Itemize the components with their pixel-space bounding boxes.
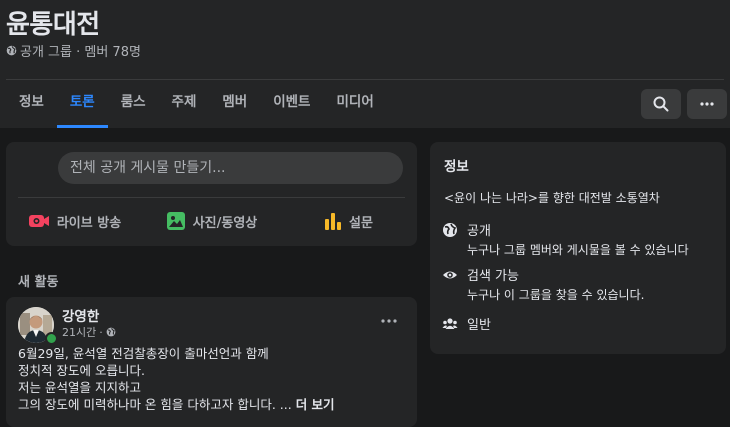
tab-members[interactable]: 멤버 xyxy=(209,80,260,128)
poll-button[interactable]: 설문 xyxy=(280,204,417,238)
eye-icon xyxy=(443,271,457,279)
tab-events[interactable]: 이벤트 xyxy=(260,80,323,128)
photo-video-icon xyxy=(166,212,185,230)
group-meta-text: 공개 그룹 · 멤버 78명 xyxy=(20,45,141,60)
members-icon xyxy=(442,318,458,329)
globe-icon xyxy=(106,327,116,337)
post-line: 그의 장도에 미력하나마 온 힘을 다하고자 합니다. ... xyxy=(18,397,292,412)
about-item-subtitle: 누구나 이 그룹을 찾을 수 있습니다. xyxy=(467,288,645,302)
globe-icon xyxy=(443,223,457,237)
group-name[interactable]: 윤통대전 xyxy=(6,4,100,41)
post-time-text[interactable]: 21시간 xyxy=(62,324,96,340)
about-item-text: 공개 누구나 그룹 멤버와 게시물을 볼 수 있습니다 xyxy=(467,220,689,258)
group-tabs: 정보 토론 룸스 주제 멤버 이벤트 미디어 xyxy=(6,80,387,128)
about-title: 정보 xyxy=(444,159,469,175)
post-line: 6월29일, 윤석열 전검찰총장이 출마선언과 함께 xyxy=(18,346,269,361)
more-icon xyxy=(381,319,397,323)
about-item-general: 일반 xyxy=(442,314,491,333)
poll-icon xyxy=(325,213,342,230)
about-item-text: 검색 가능 누구나 이 그룹을 찾을 수 있습니다. xyxy=(467,265,644,303)
about-item-public: 공개 누구나 그룹 멤버와 게시물을 볼 수 있습니다 xyxy=(442,220,689,258)
post-line: 저는 윤석열을 지지하고 xyxy=(18,380,141,395)
about-item-title: 공개 xyxy=(467,224,491,239)
search-button[interactable] xyxy=(641,89,681,119)
composer-actions: 라이브 방송 사진/동영상 설문 xyxy=(6,204,417,238)
tab-about[interactable]: 정보 xyxy=(6,80,57,128)
post-composer: 전체 공개 게시물 만들기... 라이브 방송 사진/동영상 설문 xyxy=(6,142,417,246)
about-item-text: 일반 xyxy=(467,314,491,333)
search-icon xyxy=(653,96,669,112)
poll-label: 설문 xyxy=(349,215,373,231)
post-timestamp: 21시간 · xyxy=(62,324,116,340)
recent-activity-label: 새 활동 xyxy=(18,275,59,290)
about-description: <윤이 나는 나라>를 향한 대전발 소통열차 xyxy=(444,191,660,205)
live-video-label: 라이브 방송 xyxy=(56,215,122,231)
feed-post: 강영한 21시간 · 6월29일, 윤석열 전검찰총장이 출마선언과 함께 정치… xyxy=(6,297,417,427)
post-line: 정치적 장도에 오릅니다. xyxy=(18,363,145,378)
photo-video-button[interactable]: 사진/동영상 xyxy=(143,204,280,238)
group-header: 윤통대전 공개 그룹 · 멤버 78명 정보 토론 룸스 주제 멤버 이벤트 미… xyxy=(0,0,730,128)
post-line-last: 그의 장도에 미력하나마 온 힘을 다하고자 합니다. ... 더 보기 xyxy=(18,396,408,413)
tab-media[interactable]: 미디어 xyxy=(323,80,386,128)
live-video-icon xyxy=(28,215,49,227)
tab-discussion[interactable]: 토론 xyxy=(56,80,108,128)
composer-divider xyxy=(18,197,405,198)
group-meta: 공개 그룹 · 멤버 78명 xyxy=(6,41,141,60)
globe-icon xyxy=(6,45,17,56)
separator-dot: · xyxy=(99,325,103,339)
post-options-button[interactable] xyxy=(376,311,402,331)
about-card: 정보 <윤이 나는 나라>를 향한 대전발 소통열차 공개 누구나 그룹 멤버와… xyxy=(430,142,726,354)
more-icon xyxy=(700,102,714,106)
post-author[interactable]: 강영한 xyxy=(62,305,99,325)
online-status-dot xyxy=(45,332,58,345)
post-body: 6월29일, 윤석열 전검찰총장이 출마선언과 함께 정치적 장도에 오릅니다.… xyxy=(18,345,408,413)
more-options-button[interactable] xyxy=(687,89,727,119)
photo-video-label: 사진/동영상 xyxy=(192,215,258,231)
tab-topics[interactable]: 주제 xyxy=(159,80,210,128)
tab-rooms[interactable]: 룸스 xyxy=(108,80,159,128)
see-more-link[interactable]: 더 보기 xyxy=(296,397,335,412)
about-item-title: 일반 xyxy=(467,318,491,333)
about-item-subtitle: 누구나 그룹 멤버와 게시물을 볼 수 있습니다 xyxy=(467,243,689,257)
about-item-searchable: 검색 가능 누구나 이 그룹을 찾을 수 있습니다. xyxy=(442,265,644,303)
about-item-title: 검색 가능 xyxy=(467,269,519,284)
live-video-button[interactable]: 라이브 방송 xyxy=(6,204,143,238)
create-post-input[interactable]: 전체 공개 게시물 만들기... xyxy=(58,152,403,184)
